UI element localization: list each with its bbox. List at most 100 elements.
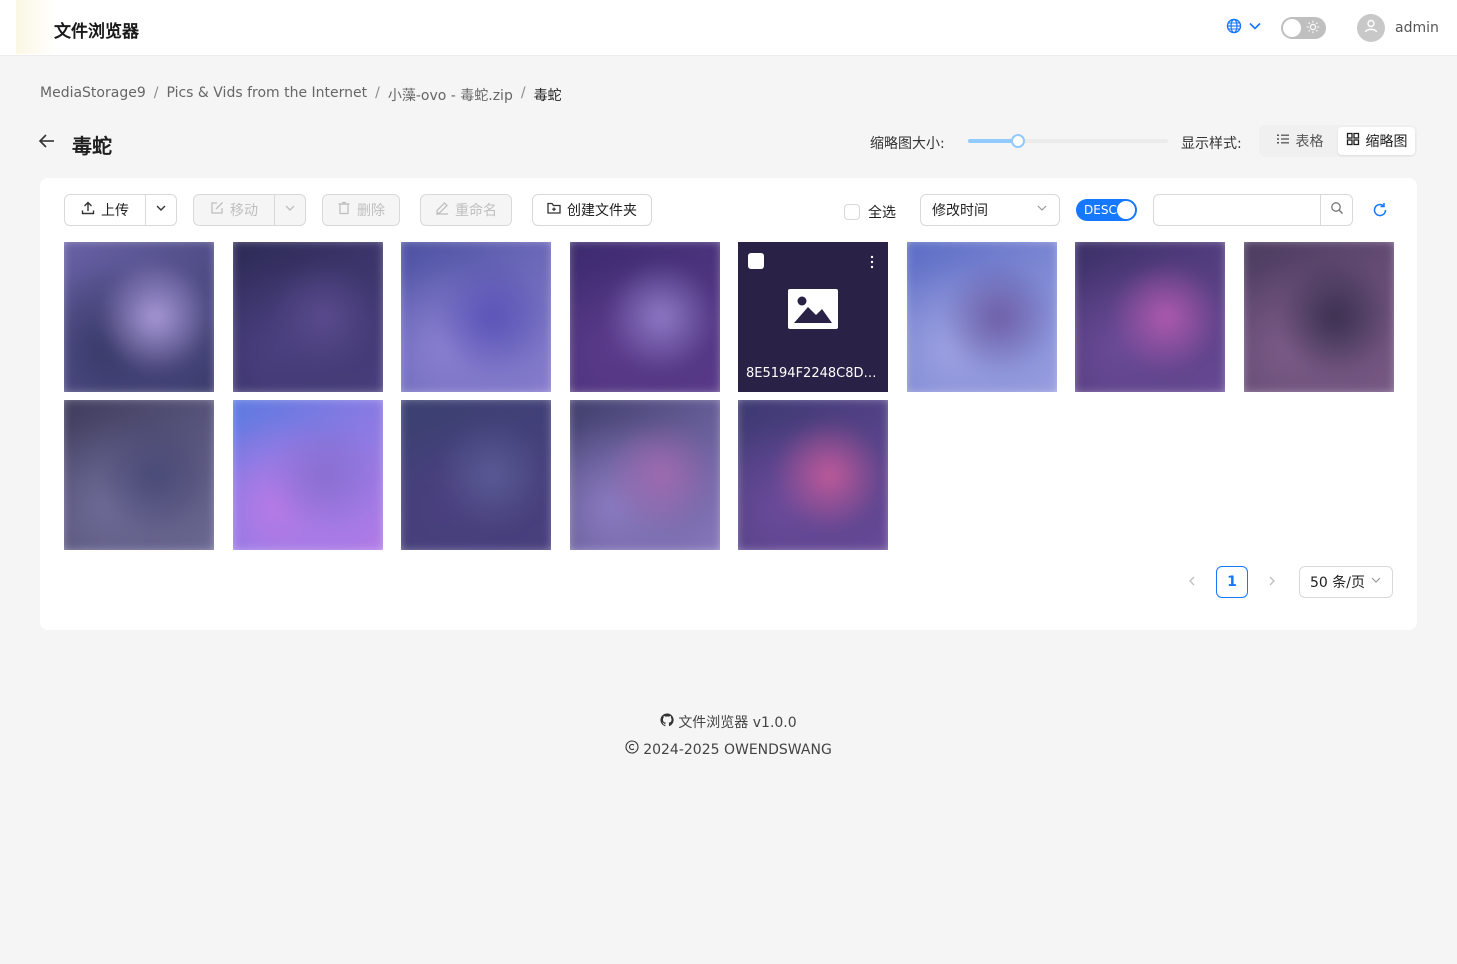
style-option-label: 缩略图 xyxy=(1365,134,1408,150)
blurred-image-preview xyxy=(738,400,888,550)
upload-label: 上传 xyxy=(101,203,129,219)
language-switcher[interactable] xyxy=(1226,18,1266,38)
app-title: 文件浏览器 xyxy=(54,22,139,42)
blurred-image-preview xyxy=(1075,242,1225,392)
file-name: 8E5194F2248C8D18... xyxy=(746,366,882,381)
slider-handle[interactable] xyxy=(1011,134,1025,148)
rename-label: 重命名 xyxy=(455,203,497,219)
style-option-table[interactable]: 表格 xyxy=(1261,127,1338,155)
search-input[interactable] xyxy=(1153,194,1321,226)
breadcrumb-separator: / xyxy=(375,85,380,101)
pencil-icon xyxy=(435,201,449,219)
move-label: 移动 xyxy=(230,203,258,219)
blurred-image-preview xyxy=(64,242,214,392)
file-thumbnail[interactable] xyxy=(401,242,551,392)
theme-toggle-knob xyxy=(1283,19,1301,37)
file-browser-card: 上传 移动 删除 重命名 创建文件夹 全选 修改时间 DESC 8E5194F2… xyxy=(40,178,1417,630)
username: admin xyxy=(1395,20,1439,36)
back-button[interactable] xyxy=(38,132,58,152)
edit-icon xyxy=(210,201,224,219)
search-icon xyxy=(1330,201,1344,219)
file-thumbnail[interactable] xyxy=(1075,242,1225,392)
github-icon[interactable] xyxy=(660,710,674,737)
breadcrumb-separator: / xyxy=(520,85,526,101)
blurred-image-preview xyxy=(232,242,383,392)
top-header: 文件浏览器 admin xyxy=(0,0,1457,56)
chevron-left-icon xyxy=(1187,574,1197,590)
thumb-size-slider[interactable] xyxy=(968,132,1168,150)
file-thumbnail[interactable] xyxy=(64,400,214,550)
file-thumbnail[interactable] xyxy=(64,242,214,392)
upload-icon xyxy=(81,201,95,219)
sort-select-value: 修改时间 xyxy=(932,203,988,219)
page-number[interactable]: 1 xyxy=(1216,566,1248,598)
more-options-icon[interactable] xyxy=(868,254,876,270)
file-thumbnail[interactable] xyxy=(1243,242,1394,392)
page-size-value: 50 条/页 xyxy=(1310,575,1365,591)
create-folder-button[interactable]: 创建文件夹 xyxy=(532,194,652,226)
file-thumbnail[interactable] xyxy=(401,400,551,550)
page-size-select[interactable]: 50 条/页 xyxy=(1299,566,1393,598)
file-thumbnail[interactable] xyxy=(906,242,1057,392)
user-icon xyxy=(1363,18,1379,38)
user-menu[interactable]: admin xyxy=(1357,14,1439,42)
move-dropdown-button[interactable] xyxy=(275,194,306,226)
delete-label: 删除 xyxy=(357,203,385,219)
rename-button[interactable]: 重命名 xyxy=(420,194,512,226)
file-checkbox[interactable] xyxy=(748,253,764,269)
blurred-image-preview xyxy=(569,242,720,392)
folder-add-icon xyxy=(547,201,561,219)
blurred-image-preview xyxy=(906,242,1057,392)
search-box xyxy=(1153,194,1353,226)
chevron-down-icon xyxy=(1370,574,1382,590)
search-button[interactable] xyxy=(1321,194,1353,226)
blurred-image-preview xyxy=(232,400,383,550)
create-folder-label: 创建文件夹 xyxy=(567,203,637,219)
style-option-thumbnail[interactable]: 缩略图 xyxy=(1338,127,1415,155)
avatar xyxy=(1357,14,1385,42)
breadcrumb: MediaStorage9 / Pics & Vids from the Int… xyxy=(40,85,562,105)
sort-order-label: DESC xyxy=(1084,203,1117,217)
display-style-switch: 表格 缩略图 xyxy=(1259,125,1417,157)
file-thumbnail[interactable] xyxy=(232,242,383,392)
chevron-down-icon xyxy=(1036,202,1048,218)
chevron-right-icon xyxy=(1267,574,1277,590)
blurred-image-preview xyxy=(64,400,214,550)
file-thumbnail[interactable] xyxy=(232,400,383,550)
upload-button-group: 上传 xyxy=(64,194,177,226)
chevron-down-icon xyxy=(284,202,296,218)
refresh-button[interactable] xyxy=(1372,202,1390,220)
sun-icon xyxy=(1306,20,1320,38)
upload-button[interactable]: 上传 xyxy=(64,194,146,226)
file-thumbnail[interactable] xyxy=(738,400,888,550)
upload-dropdown-button[interactable] xyxy=(146,194,177,226)
next-page-button[interactable] xyxy=(1256,566,1288,598)
breadcrumb-item[interactable]: MediaStorage9 xyxy=(40,85,146,105)
select-all[interactable]: 全选 xyxy=(844,202,896,222)
image-icon xyxy=(788,289,838,333)
copyright-icon xyxy=(625,737,639,764)
move-button[interactable]: 移动 xyxy=(193,194,275,226)
footer-app-version: 文件浏览器 v1.0.0 xyxy=(678,715,797,731)
blurred-image-preview xyxy=(569,400,720,550)
footer-copyright: 2024-2025 OWENDSWANG xyxy=(643,742,832,758)
file-thumbnail[interactable] xyxy=(569,242,720,392)
file-thumbnail[interactable]: 8E5194F2248C8D18... xyxy=(738,242,888,392)
sort-select[interactable]: 修改时间 xyxy=(920,194,1060,226)
sort-order-toggle[interactable]: DESC xyxy=(1076,199,1137,221)
breadcrumb-item[interactable]: Pics & Vids from the Internet xyxy=(166,85,367,105)
style-option-label: 表格 xyxy=(1295,134,1324,150)
breadcrumb-item[interactable]: 小藻-ovo - 毒蛇.zip xyxy=(388,85,513,105)
theme-toggle[interactable] xyxy=(1281,17,1326,39)
sort-order-knob xyxy=(1117,201,1135,219)
select-all-label: 全选 xyxy=(868,205,896,221)
breadcrumb-current: 毒蛇 xyxy=(533,88,562,104)
footer: 文件浏览器 v1.0.0 2024-2025 OWENDSWANG xyxy=(0,710,1457,764)
file-thumbnail[interactable] xyxy=(569,400,720,550)
select-all-checkbox[interactable] xyxy=(844,204,860,220)
list-icon xyxy=(1276,132,1290,150)
delete-button[interactable]: 删除 xyxy=(322,194,400,226)
page-title: 毒蛇 xyxy=(72,134,112,158)
thumb-size-label: 缩略图大小: xyxy=(870,136,945,152)
prev-page-button[interactable] xyxy=(1176,566,1208,598)
